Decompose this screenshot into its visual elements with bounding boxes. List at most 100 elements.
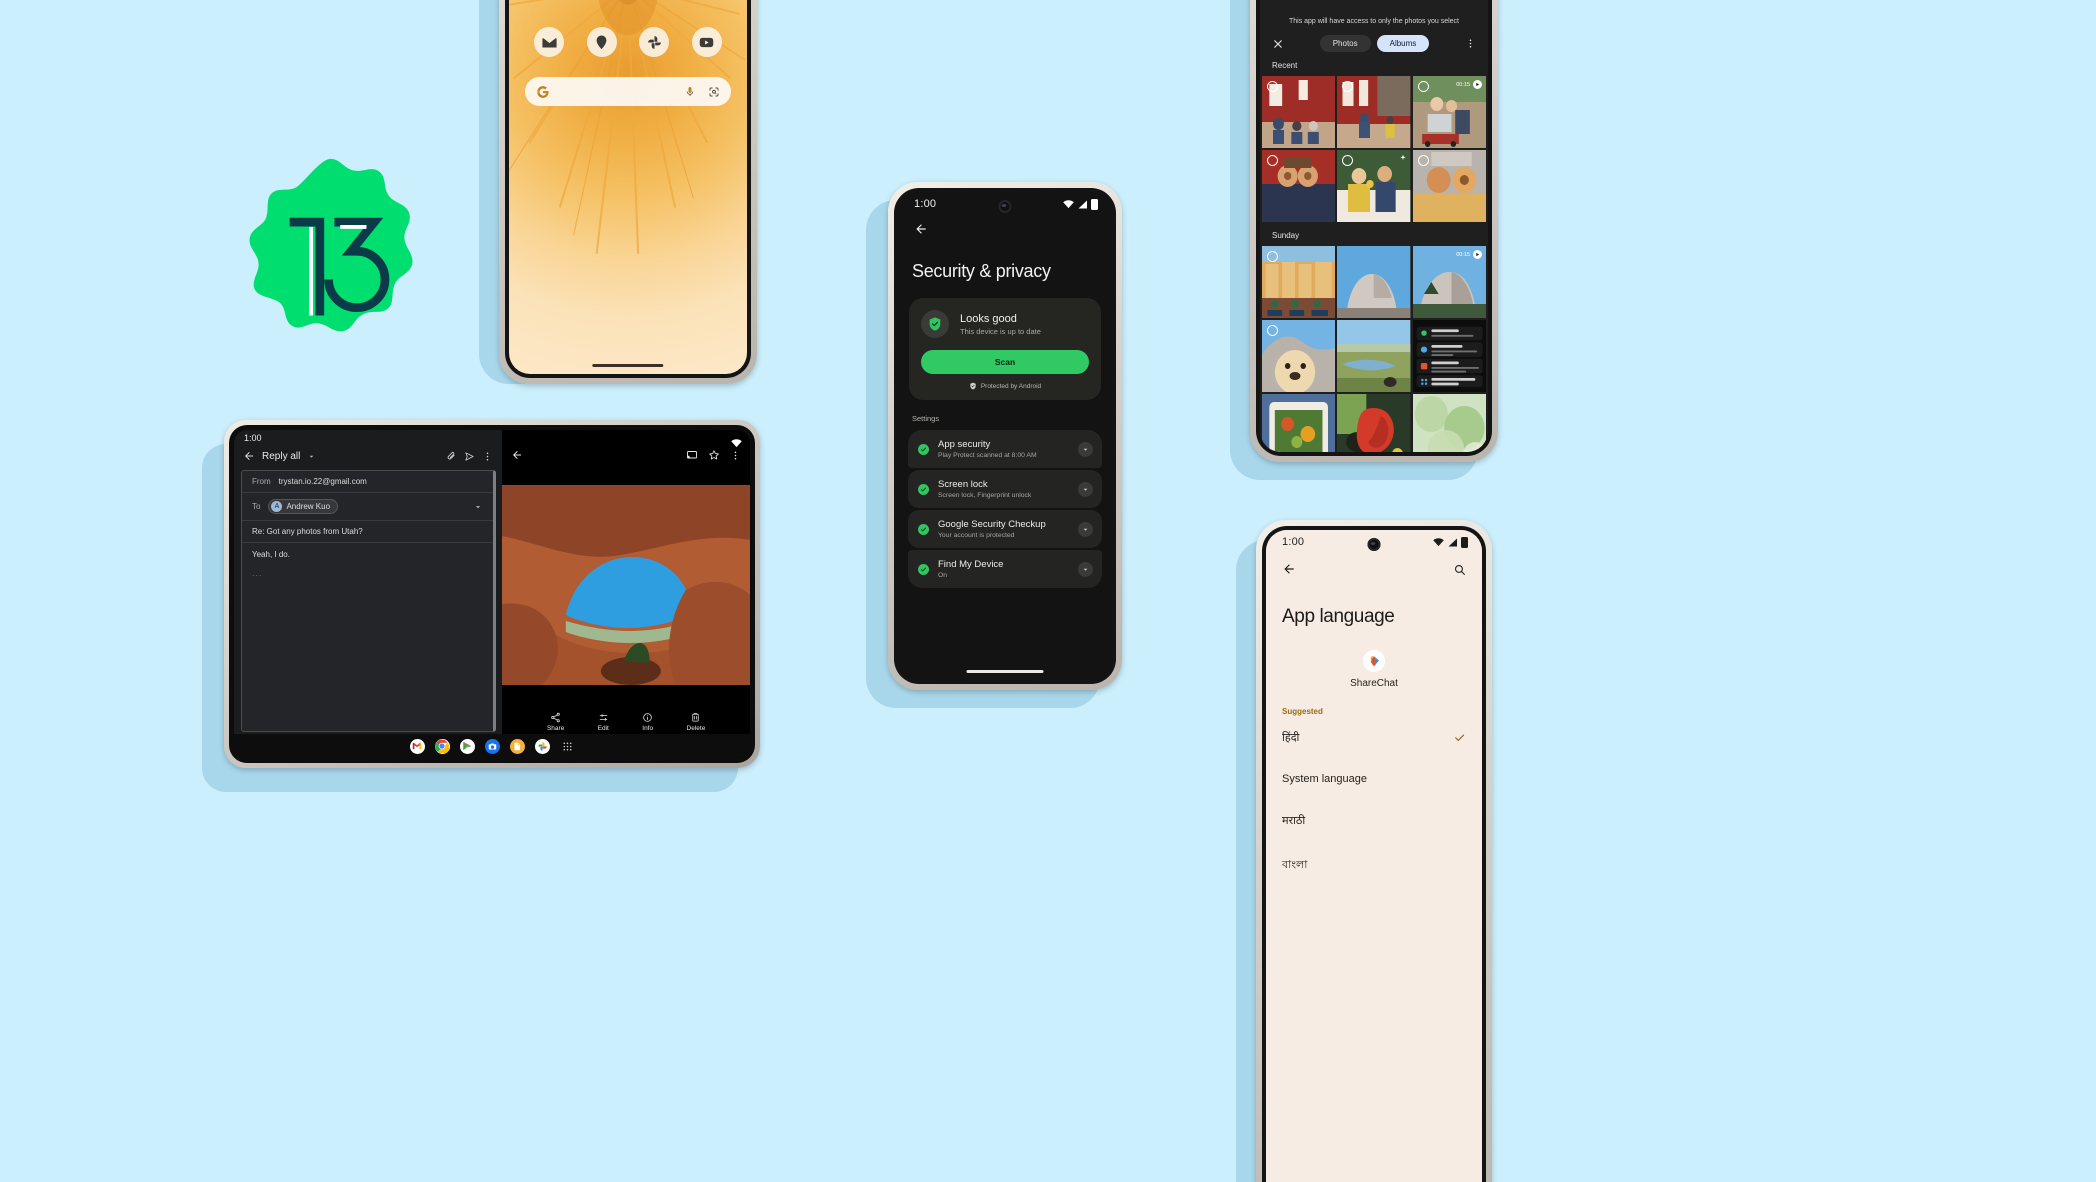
cast-icon[interactable]	[686, 449, 698, 461]
photo-tile[interactable]	[1337, 394, 1411, 452]
dock-gmail[interactable]	[523, 27, 576, 57]
photo-tile[interactable]	[1262, 76, 1336, 148]
tab-photos[interactable]: Photos	[1319, 35, 1371, 52]
message-body[interactable]: Yeah, I do.	[242, 543, 493, 566]
photo-tile[interactable]	[1412, 394, 1486, 452]
dock-photos[interactable]	[628, 27, 681, 57]
back-button[interactable]	[898, 210, 1112, 241]
chevron-down-icon[interactable]	[1078, 521, 1093, 537]
photo-tile[interactable]	[1337, 76, 1411, 148]
photo-tile[interactable]	[1337, 246, 1411, 318]
photo-action-info[interactable]: Info	[642, 712, 653, 732]
video-tile[interactable]: 00:15	[1412, 246, 1486, 318]
taskbar-files[interactable]	[509, 738, 525, 754]
back-arrow-icon[interactable]	[243, 450, 255, 462]
gesture-nav-pill[interactable]	[592, 364, 664, 367]
photo-tile[interactable]	[1262, 150, 1336, 222]
back-arrow-icon[interactable]	[511, 449, 523, 461]
language-row-marathi[interactable]: मराठी	[1266, 799, 1482, 842]
google-search-bar[interactable]	[525, 77, 731, 106]
settings-row-find-my-device[interactable]: Find My Device On	[908, 550, 1102, 588]
photo-action-label: Info	[642, 725, 654, 732]
chevron-down-icon[interactable]	[1078, 441, 1093, 457]
photo-tile[interactable]	[1337, 320, 1411, 392]
home-dock	[509, 27, 747, 57]
selection-circle[interactable]	[1267, 325, 1278, 336]
attachment-icon[interactable]	[446, 451, 457, 462]
language-row-hindi[interactable]: हिंदी	[1266, 716, 1482, 759]
to-label: To	[252, 502, 261, 511]
more-vert-icon[interactable]	[1465, 38, 1476, 49]
send-icon[interactable]	[464, 451, 475, 462]
security-privacy-phone: 1:00 Security & privacy Looks good This …	[866, 182, 1122, 708]
photo-tile[interactable]	[1262, 320, 1336, 392]
tab-albums[interactable]: Albums	[1376, 35, 1430, 52]
to-row[interactable]: To A Andrew Kuo	[242, 493, 494, 521]
recipient-chip[interactable]: A Andrew Kuo	[268, 499, 339, 514]
chevron-down-icon[interactable]	[1078, 481, 1093, 497]
language-row-system[interactable]: System language	[1266, 759, 1482, 799]
settings-row-screen-lock[interactable]: Screen lock Screen lock, Fingerprint unl…	[908, 470, 1102, 508]
photos-icon	[537, 741, 547, 751]
chrome-icon	[435, 739, 449, 753]
settings-section-header: Settings	[912, 414, 940, 423]
back-arrow-icon[interactable]	[1282, 562, 1296, 576]
selection-circle[interactable]	[1267, 251, 1278, 262]
duration-text: 00:15	[1456, 81, 1470, 88]
subject-text: Re: Got any photos from Utah?	[252, 527, 363, 536]
settings-row-app-security[interactable]: App security Play Protect scanned at 8:0…	[908, 430, 1102, 468]
taskbar-gmail[interactable]	[409, 738, 425, 754]
microphone-icon[interactable]	[684, 86, 696, 98]
status-headline: Looks good	[960, 312, 1017, 325]
photo-tile[interactable]	[1412, 150, 1486, 222]
selection-circle[interactable]	[1267, 81, 1278, 92]
photo-action-edit[interactable]: Edit	[598, 712, 609, 732]
chevron-down-icon[interactable]	[473, 502, 483, 512]
taskbar-photos[interactable]	[534, 738, 550, 754]
video-tile[interactable]: 00:15	[1412, 76, 1486, 148]
language-label: System language	[1282, 773, 1367, 785]
gmail-icon-svg	[542, 37, 557, 47]
chevron-down-icon[interactable]	[1078, 561, 1093, 577]
taskbar-camera[interactable]	[484, 738, 500, 754]
photo-action-delete[interactable]: Delete	[687, 712, 705, 732]
scan-button[interactable]: Scan	[921, 350, 1089, 374]
status-time: 1:00	[914, 198, 937, 210]
search-icon[interactable]	[1453, 563, 1466, 576]
search-actions	[684, 86, 720, 98]
caret-down-icon[interactable]	[307, 452, 316, 461]
subject-row[interactable]: Re: Got any photos from Utah?	[242, 521, 494, 543]
transfer-panel[interactable]	[1412, 320, 1486, 392]
close-icon[interactable]	[1272, 38, 1284, 50]
gesture-nav-pill[interactable]	[966, 670, 1044, 673]
signature-toggle[interactable]: ...	[242, 566, 493, 578]
dock-maps[interactable]	[576, 27, 629, 57]
taskbar-chrome[interactable]	[434, 738, 450, 754]
language-row-bengali[interactable]: বাংলা	[1266, 842, 1482, 889]
star-icon[interactable]	[708, 449, 720, 461]
app-language-toolbar	[1266, 548, 1482, 576]
wifi-icon	[1433, 537, 1444, 546]
taskbar-play-store[interactable]	[459, 738, 475, 754]
dock-youtube[interactable]	[681, 27, 734, 57]
settings-row-google-security-checkup[interactable]: Google Security Checkup Your account is …	[908, 510, 1102, 548]
page-title: App language	[1282, 606, 1395, 627]
selection-circle[interactable]	[1417, 81, 1429, 92]
taskbar-all-apps[interactable]	[560, 739, 575, 754]
photo-tile[interactable]	[1262, 394, 1336, 452]
compose-card: From trystan.io.22@gmail.com To A Andrew…	[241, 470, 497, 732]
photo-action-label: Share	[546, 725, 565, 732]
photo-tile[interactable]	[1337, 150, 1411, 222]
google-lens-icon[interactable]	[708, 86, 720, 98]
selection-circle[interactable]	[1417, 155, 1429, 166]
photo-viewer-image[interactable]	[502, 485, 750, 685]
more-vert-icon[interactable]	[482, 451, 493, 462]
battery-icon	[1461, 536, 1468, 548]
shield-check-icon-svg	[929, 317, 941, 331]
photo-action-share[interactable]: Share	[547, 712, 564, 732]
phone-screen: 1:00 App language ShareChat Suggested हि…	[1266, 530, 1482, 1182]
selection-circle[interactable]	[1267, 155, 1278, 166]
video-duration-badge: 00:15	[1456, 250, 1482, 259]
settings-row-subtitle: Your account is protected	[938, 532, 1015, 539]
photo-tile[interactable]	[1262, 246, 1336, 318]
